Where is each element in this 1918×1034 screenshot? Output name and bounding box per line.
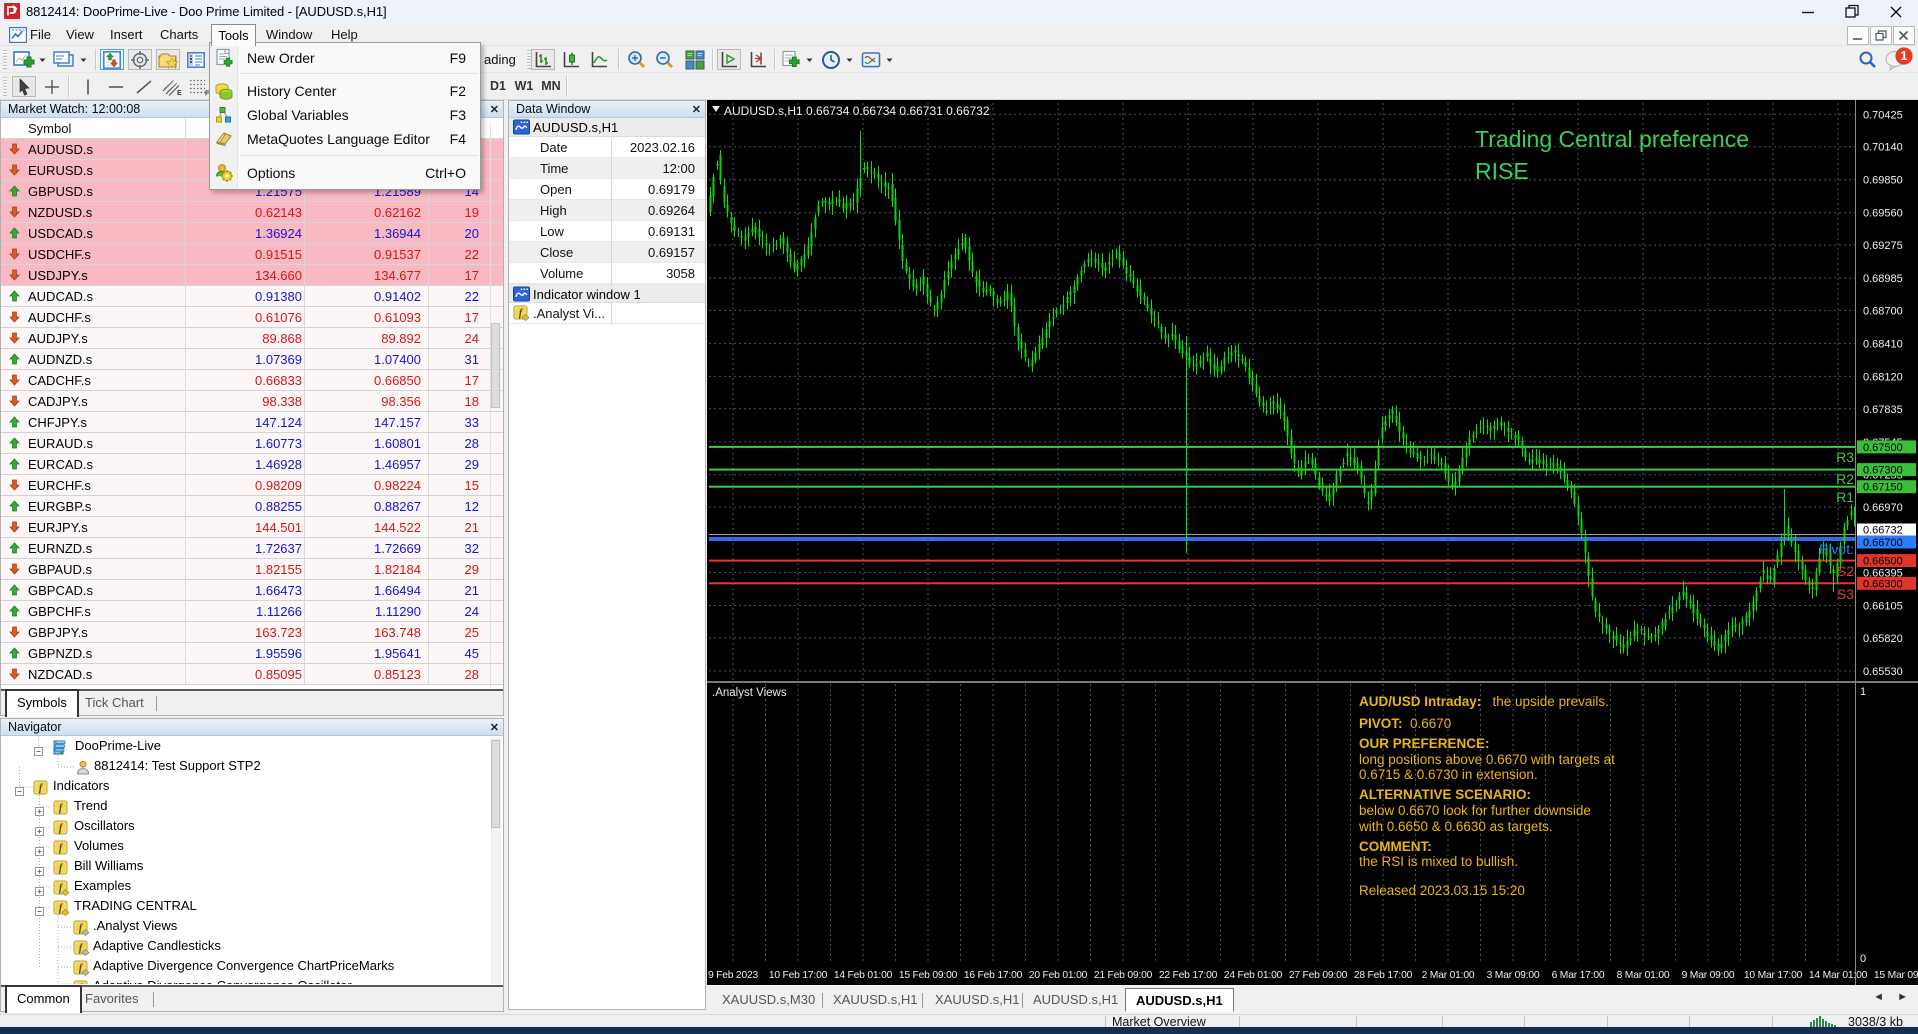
svg-text:0.66500: 0.66500: [1863, 556, 1903, 568]
svg-text:0.69850: 0.69850: [1863, 175, 1903, 187]
svg-text:with 0.6650 & 0.6630 as target: with 0.6650 & 0.6630 as targets.: [1358, 819, 1553, 834]
svg-text:0.68410: 0.68410: [1863, 338, 1903, 350]
svg-text:24 Feb 01:00: 24 Feb 01:00: [1224, 970, 1283, 981]
svg-text:15 Mar 09:00: 15 Mar 09:00: [1874, 970, 1918, 981]
svg-text:21 Feb 09:00: 21 Feb 09:00: [1094, 970, 1153, 981]
svg-text:0.69275: 0.69275: [1863, 240, 1903, 252]
svg-text:22 Feb 17:00: 22 Feb 17:00: [1159, 970, 1218, 981]
svg-text:28 Feb 17:00: 28 Feb 17:00: [1354, 970, 1413, 981]
svg-text:27 Feb 09:00: 27 Feb 09:00: [1289, 970, 1348, 981]
svg-text:S2: S2: [1837, 563, 1854, 579]
svg-text:16 Feb 17:00: 16 Feb 17:00: [964, 970, 1023, 981]
svg-text:0.70140: 0.70140: [1863, 142, 1903, 154]
svg-text:R1: R1: [1836, 489, 1854, 505]
svg-text:RISE: RISE: [1475, 158, 1529, 184]
svg-text:6 Mar 17:00: 6 Mar 17:00: [1552, 970, 1605, 981]
svg-text:0.67150: 0.67150: [1863, 482, 1903, 494]
svg-text:Released 2023.03.15 15:20: Released 2023.03.15 15:20: [1359, 883, 1525, 898]
svg-text:OUR PREFERENCE:: OUR PREFERENCE:: [1359, 736, 1490, 751]
svg-text:COMMENT:: COMMENT:: [1359, 839, 1432, 854]
svg-text:E: E: [177, 90, 182, 97]
svg-text:0.69560: 0.69560: [1863, 208, 1903, 220]
svg-text:1: 1: [1901, 49, 1908, 63]
svg-text:14 Mar 01:00: 14 Mar 01:00: [1809, 970, 1868, 981]
svg-text:9 Feb 2023: 9 Feb 2023: [708, 970, 759, 981]
svg-text:8 Mar 01:00: 8 Mar 01:00: [1617, 970, 1670, 981]
svg-text:9 Mar 09:00: 9 Mar 09:00: [1682, 970, 1735, 981]
svg-text:Pivot:: Pivot:: [1819, 541, 1854, 557]
svg-text:3 Mar 09:00: 3 Mar 09:00: [1487, 970, 1540, 981]
svg-text:0.68120: 0.68120: [1863, 371, 1903, 383]
svg-text:0.67835: 0.67835: [1863, 404, 1903, 416]
svg-text:0.66970: 0.66970: [1863, 502, 1903, 514]
svg-text:Trading Central preference: Trading Central preference: [1475, 126, 1749, 152]
svg-text:S3: S3: [1837, 586, 1854, 602]
svg-text:PIVOT: 0.6670: PIVOT: 0.6670: [1359, 716, 1451, 731]
svg-text:ALTERNATIVE SCENARIO:: ALTERNATIVE SCENARIO:: [1359, 787, 1531, 802]
svg-text:0.66105: 0.66105: [1863, 601, 1903, 613]
svg-text:14 Feb 01:00: 14 Feb 01:00: [834, 970, 893, 981]
svg-text:0: 0: [1860, 953, 1866, 965]
svg-text:AUDUSD.s,H1 0.66734 0.66734 0: AUDUSD.s,H1 0.66734 0.66734 0.66731 0.66…: [724, 104, 990, 118]
svg-text:0.6715 & 0.6730 in extension.: 0.6715 & 0.6730 in extension.: [1359, 767, 1538, 782]
svg-text:.Analyst Views: .Analyst Views: [712, 687, 787, 699]
svg-text:10 Feb 17:00: 10 Feb 17:00: [769, 970, 828, 981]
svg-text:0.70425: 0.70425: [1863, 109, 1903, 121]
svg-text:2 Mar 01:00: 2 Mar 01:00: [1422, 970, 1475, 981]
svg-text:AUD/USD Intraday: the upside: AUD/USD Intraday: the upside prevails.: [1359, 694, 1609, 709]
svg-text:0.68985: 0.68985: [1863, 273, 1903, 285]
svg-text:0.65820: 0.65820: [1863, 633, 1903, 645]
svg-text:R3: R3: [1836, 449, 1854, 465]
svg-text:the RSI is mixed to bullish.: the RSI is mixed to bullish.: [1359, 854, 1518, 869]
svg-text:0.66300: 0.66300: [1863, 578, 1903, 590]
svg-text:long positions above 0.6670 wi: long positions above 0.6670 with targets…: [1359, 752, 1615, 767]
svg-text:0.65530: 0.65530: [1863, 666, 1903, 678]
svg-text:20 Feb 01:00: 20 Feb 01:00: [1029, 970, 1088, 981]
svg-text:0.66732: 0.66732: [1863, 525, 1903, 537]
svg-text:0.68700: 0.68700: [1863, 305, 1903, 317]
svg-text:0.67500: 0.67500: [1863, 442, 1903, 454]
svg-text:R2: R2: [1836, 471, 1854, 487]
svg-text:10 Mar 17:00: 10 Mar 17:00: [1744, 970, 1803, 981]
svg-text:0.67300: 0.67300: [1863, 465, 1903, 477]
svg-text:below 0.6670 look for further: below 0.6670 look for further downside: [1359, 803, 1591, 818]
svg-text:0.66700: 0.66700: [1863, 537, 1903, 549]
svg-text:15 Feb 09:00: 15 Feb 09:00: [899, 970, 958, 981]
svg-text:1: 1: [1860, 686, 1866, 698]
